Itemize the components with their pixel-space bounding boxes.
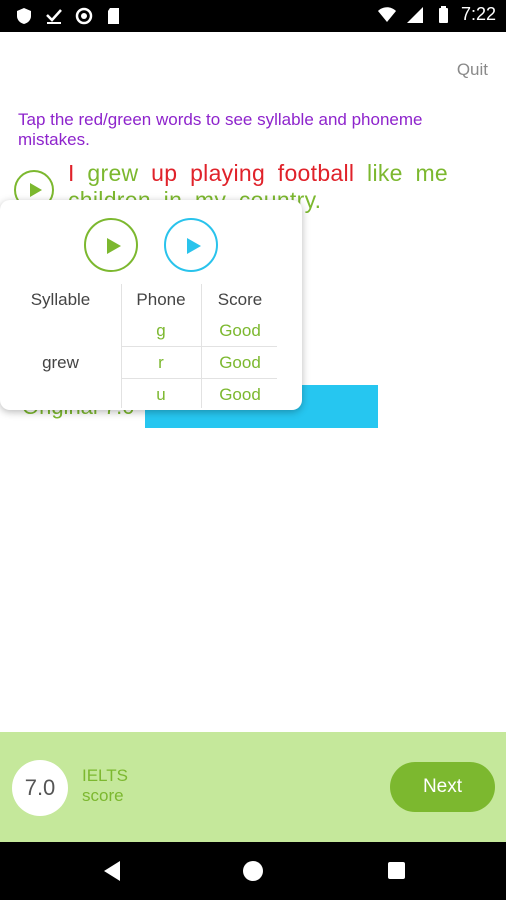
row-divider (121, 378, 277, 379)
phone-cell: u (156, 385, 166, 404)
shield-icon (17, 8, 31, 24)
battery-icon (438, 5, 448, 23)
app-screen: Quit Tap the red/green words to see syll… (0, 32, 506, 732)
status-bar: 7:22 (0, 0, 506, 32)
instruction-text: Tap the red/green words to see syllable … (18, 110, 423, 149)
sd-card-icon (108, 8, 119, 24)
word[interactable]: I (68, 160, 75, 186)
ielts-label-line2: score (82, 786, 124, 805)
clock: 7:22 (460, 4, 496, 24)
word[interactable]: me (415, 160, 448, 186)
recent-apps-icon[interactable] (388, 862, 405, 879)
score-cell: Good (219, 353, 261, 372)
score-cell: Good (219, 385, 261, 404)
home-icon[interactable] (243, 861, 263, 881)
back-icon[interactable] (104, 861, 120, 881)
word[interactable]: up (151, 160, 177, 186)
phoneme-table: Syllable Phone Score grew g Good r Good … (0, 282, 302, 410)
header-phone: Phone (136, 290, 186, 309)
word[interactable]: like (367, 160, 403, 186)
quit-button[interactable]: Quit (457, 60, 488, 80)
signal-icon (406, 6, 423, 23)
play-icon (30, 183, 42, 197)
word[interactable]: grew (87, 160, 138, 186)
play-original-button[interactable] (84, 218, 138, 272)
play-recording-button[interactable] (164, 218, 218, 272)
play-icon (107, 238, 121, 254)
ielts-score-badge: 7.0 (12, 760, 68, 816)
header-score: Score (217, 290, 263, 309)
score-footer: 7.0 IELTS score Next (0, 732, 506, 842)
download-done-icon (46, 9, 62, 24)
navigation-bar (0, 842, 506, 900)
syllable-cell: grew (42, 353, 79, 372)
wifi-icon (377, 6, 396, 22)
word[interactable]: football (278, 160, 355, 186)
phone-cell: g (156, 321, 166, 340)
ielts-score-label: IELTS score (82, 766, 128, 806)
header-syllable: Syllable (30, 290, 91, 309)
word-detail-popup: Syllable Phone Score grew g Good r Good … (0, 200, 302, 410)
play-icon (187, 238, 201, 254)
row-divider (121, 346, 277, 347)
next-button[interactable]: Next (390, 762, 495, 812)
ielts-label-line1: IELTS (82, 766, 128, 785)
word[interactable]: playing (190, 160, 265, 186)
circle-icon (75, 7, 93, 25)
phone-cell: r (158, 353, 164, 372)
score-cell: Good (219, 321, 261, 340)
